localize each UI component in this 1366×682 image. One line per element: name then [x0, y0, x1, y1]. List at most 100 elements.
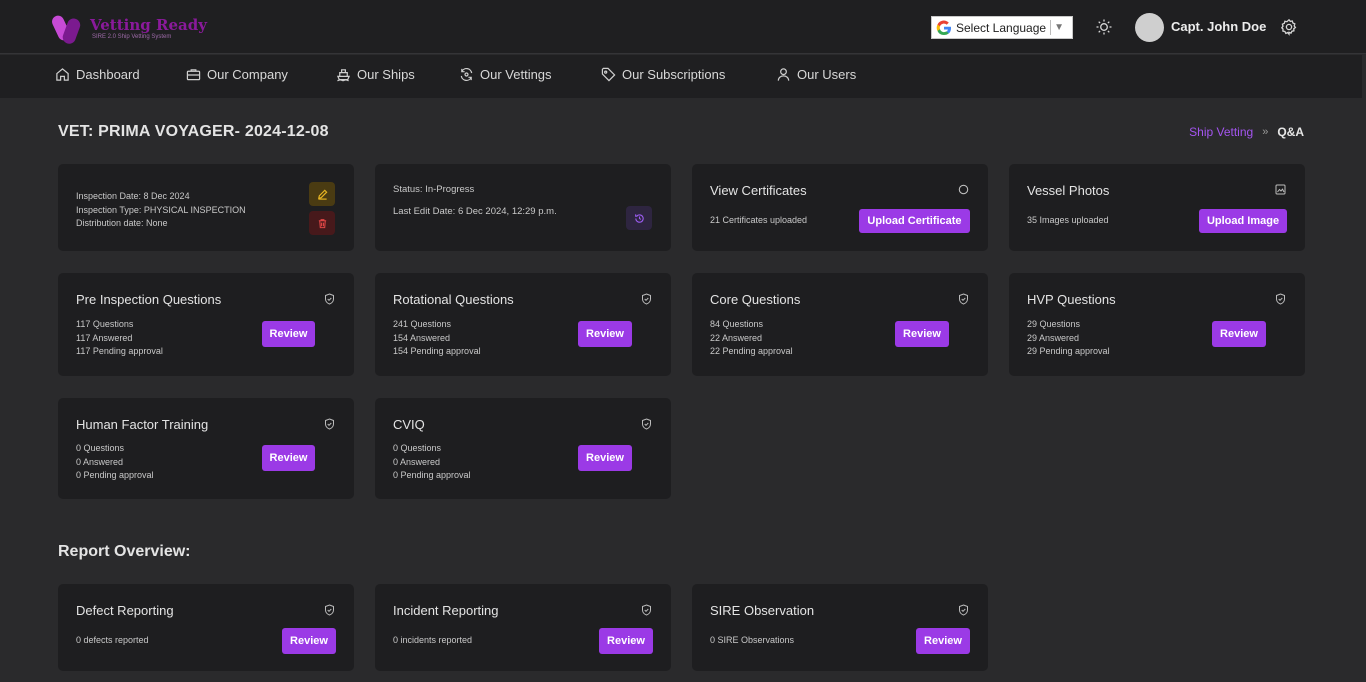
nav-label: Our Vettings [480, 67, 552, 82]
report-card-defect: Defect Reporting 0 defects reported Revi… [58, 584, 354, 671]
theme-toggle-sun-icon[interactable] [1095, 18, 1113, 36]
avatar[interactable] [1135, 13, 1164, 42]
nav-item-our-vettings[interactable]: Our Vettings [459, 67, 552, 82]
question-count: 29 Questions [1027, 319, 1081, 329]
pending-count: 22 Pending approval [710, 346, 793, 356]
delete-button[interactable] [309, 211, 335, 235]
circle-icon [958, 184, 969, 195]
answered-count: 0 Answered [76, 456, 124, 467]
card-title: Defect Reporting [76, 603, 174, 618]
breadcrumb-link-ship-vetting[interactable]: Ship Vetting [1189, 125, 1253, 139]
nav-item-our-ships[interactable]: Our Ships [336, 67, 415, 82]
user-icon [777, 68, 790, 81]
inspection-info-card: Inspection Date: 8 Dec 2024 Inspection T… [58, 164, 354, 251]
review-button[interactable]: Review [1212, 321, 1266, 347]
review-button[interactable]: Review [282, 628, 336, 654]
question-set-card-hvp: HVP Questions 29 Questions 29 Answered 2… [1009, 273, 1305, 376]
history-button[interactable] [626, 206, 652, 230]
tag-icon [601, 67, 616, 82]
upload-certificate-button[interactable]: Upload Certificate [859, 209, 970, 233]
breadcrumb: Ship Vetting » Q&A [1189, 125, 1304, 139]
card-title: SIRE Observation [710, 603, 815, 618]
upload-image-button[interactable]: Upload Image [1199, 209, 1287, 233]
shield-icon [1276, 293, 1285, 305]
nav-label: Dashboard [76, 67, 140, 82]
nav-label: Our Ships [357, 67, 415, 82]
question-count: 117 Questions [76, 319, 134, 329]
vessel-photos-title: Vessel Photos [1027, 183, 1110, 198]
review-button[interactable]: Review [262, 321, 315, 347]
dropdown-arrow-icon: ▼ [1054, 22, 1064, 33]
nav-label: Our Subscriptions [622, 67, 726, 82]
pending-count: 0 Pending approval [393, 470, 471, 480]
nav-item-dashboard[interactable]: Dashboard [55, 67, 140, 82]
breadcrumb-separator: » [1262, 126, 1269, 138]
question-set-card-cviq: CVIQ 0 Questions 0 Answered 0 Pending ap… [375, 398, 671, 499]
report-card-sire-observation: SIRE Observation 0 SIRE Observations Rev… [692, 584, 988, 671]
report-count: 0 defects reported [76, 635, 149, 645]
page-title: VET: PRIMA VOYAGER- 2024-12-08 [58, 123, 329, 140]
pending-count: 0 Pending approval [76, 470, 154, 480]
review-button[interactable]: Review [578, 321, 632, 347]
inspection-type: Inspection Type: PHYSICAL INSPECTION [76, 204, 246, 215]
nav-item-our-users[interactable]: Our Users [776, 67, 856, 82]
question-set-card-human-factor: Human Factor Training 0 Questions 0 Answ… [58, 398, 354, 499]
review-button[interactable]: Review [578, 445, 632, 471]
logo-mark-icon [52, 12, 86, 46]
top-bar: Vetting Ready SIRE 2.0 Ship Vetting Syst… [0, 0, 1366, 54]
refresh-icon [460, 68, 473, 81]
shield-icon [325, 604, 334, 616]
pending-count: 117 Pending approval [76, 346, 163, 356]
review-button[interactable]: Review [262, 445, 315, 471]
pending-count: 29 Pending approval [1027, 346, 1110, 356]
vessel-photos-card: Vessel Photos 35 Images uploaded Upload … [1009, 164, 1305, 251]
user-name[interactable]: Capt. John Doe [1171, 19, 1266, 34]
answered-count: 0 Answered [393, 456, 441, 467]
logo[interactable]: Vetting Ready SIRE 2.0 Ship Vetting Syst… [52, 12, 207, 46]
card-title: Rotational Questions [393, 292, 514, 307]
report-card-incident: Incident Reporting 0 incidents reported … [375, 584, 671, 671]
nav-item-our-subscriptions[interactable]: Our Subscriptions [601, 67, 725, 82]
review-button[interactable]: Review [895, 321, 949, 347]
shield-icon [325, 418, 334, 430]
card-title: Incident Reporting [393, 603, 499, 618]
nav-label: Our Users [797, 67, 857, 82]
answered-count: 154 Answered [393, 332, 451, 343]
nav-item-our-company[interactable]: Our Company [186, 67, 288, 82]
gear-icon[interactable] [1280, 18, 1298, 36]
review-button[interactable]: Review [599, 628, 653, 654]
pending-count: 154 Pending approval [393, 346, 481, 356]
pencil-icon [317, 189, 327, 200]
certificates-card: View Certificates 21 Certificates upload… [692, 164, 988, 251]
edit-button[interactable] [309, 182, 335, 206]
language-label: Select Language [956, 20, 1047, 35]
google-icon [936, 20, 951, 35]
question-count: 84 Questions [710, 319, 764, 329]
review-button[interactable]: Review [916, 628, 970, 654]
answered-count: 117 Answered [76, 332, 133, 343]
shield-icon [959, 604, 968, 616]
report-count: 0 SIRE Observations [710, 635, 795, 645]
briefcase-icon [186, 69, 201, 81]
certificates-count: 21 Certificates uploaded [710, 215, 808, 225]
answered-count: 22 Answered [710, 332, 763, 343]
language-select[interactable]: Select Language ▼ [931, 16, 1073, 39]
shield-icon [642, 604, 651, 616]
card-title: Human Factor Training [76, 417, 209, 432]
card-title: HVP Questions [1027, 292, 1116, 307]
question-set-card-rotational: Rotational Questions 241 Questions 154 A… [375, 273, 671, 376]
card-title: Core Questions [710, 292, 801, 307]
divider [1050, 20, 1052, 35]
nav-label: Our Company [207, 67, 288, 82]
scrollbar[interactable] [1362, 55, 1366, 682]
ship-icon [336, 69, 351, 82]
brand-tagline: SIRE 2.0 Ship Vetting System [92, 34, 172, 40]
certificates-title: View Certificates [710, 183, 807, 198]
status-text: Status: In-Progress [393, 184, 475, 195]
shield-icon [959, 293, 968, 305]
photos-count: 35 Images uploaded [1027, 215, 1109, 225]
shield-icon [642, 418, 651, 430]
shield-icon [642, 293, 651, 305]
report-count: 0 incidents reported [393, 635, 473, 645]
card-title: Pre Inspection Questions [76, 292, 222, 307]
